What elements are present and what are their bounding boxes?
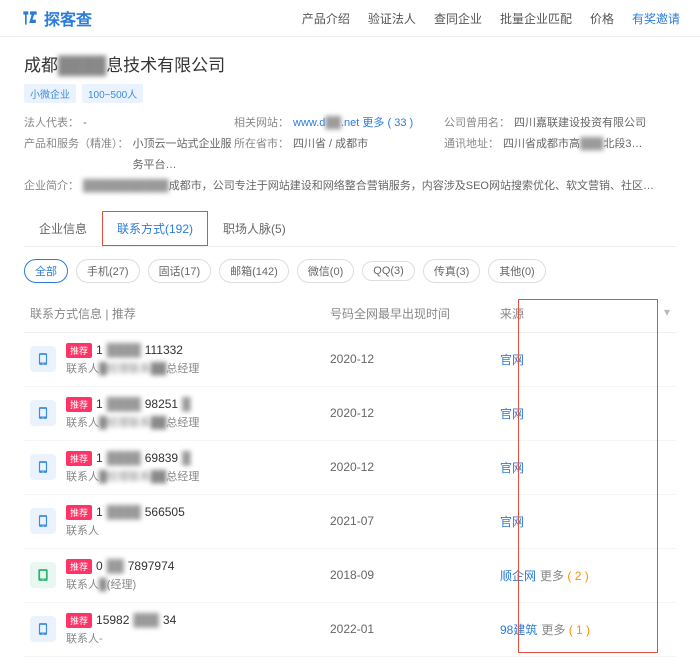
nav-item[interactable]: 批量企业匹配 — [500, 10, 572, 27]
company-tags: 小微企业 100~500人 — [24, 84, 676, 103]
logo-text: 探客查 — [44, 6, 92, 30]
contacts-table: 联系方式信息 | 推荐 号码全网最早出现时间 来源 ▾ 推荐1████11133… — [24, 295, 676, 657]
info-label: 所在省市： — [234, 134, 289, 176]
tab-people[interactable]: 职场人脉(5) — [208, 211, 301, 246]
contact-info: 推荐1████111332联系人█经理联系██总经理 — [66, 343, 330, 376]
info-label: 公司曾用名： — [444, 113, 510, 134]
source-cell: 官网 — [500, 351, 670, 368]
source-cell: 98建筑更多 ( 1 ) — [500, 621, 670, 638]
top-header: 探客查 产品介绍 验证法人 查同企业 批量企业匹配 价格 有奖邀请 — [0, 0, 700, 37]
more-link[interactable]: 更多 ( 33 ) — [362, 113, 413, 134]
tab-contacts[interactable]: 联系方式(192) — [102, 211, 208, 246]
first-seen-time: 2018-09 — [330, 568, 500, 582]
recommend-badge: 推荐 — [66, 613, 92, 628]
first-seen-time: 2022-01 — [330, 622, 500, 636]
phone-icon — [30, 616, 56, 642]
source-cell: 官网 — [500, 513, 670, 530]
recommend-badge: 推荐 — [66, 559, 92, 574]
th-info: 联系方式信息 — [30, 307, 102, 321]
table-head: 联系方式信息 | 推荐 号码全网最早出现时间 来源 ▾ — [24, 295, 676, 333]
source-link[interactable]: 官网 — [500, 515, 524, 529]
company-info: 法人代表：- 相关网站：www.d██.net 更多 ( 33 ) 公司曾用名：… — [24, 113, 676, 197]
recommend-badge: 推荐 — [66, 397, 92, 412]
info-value: ███████████成都市，公司专注于网站建设和网络整合营销服务，内容涉及SE… — [83, 176, 654, 197]
contact-info: 推荐1████98251█联系人█经理联系██总经理 — [66, 397, 330, 430]
info-value: 四川省 / 成都市 — [293, 134, 368, 176]
tab-company-info[interactable]: 企业信息 — [24, 211, 102, 246]
mobile-icon — [30, 562, 56, 588]
source-link[interactable]: 顺企网 — [500, 569, 536, 583]
nav-item[interactable]: 价格 — [590, 10, 614, 27]
nav-item-invite[interactable]: 有奖邀请 — [632, 10, 680, 27]
table-row: 推荐15982███34联系人-2022-0198建筑更多 ( 1 ) — [24, 603, 676, 657]
title-prefix: 成都 — [24, 56, 58, 75]
pill[interactable]: 传真(3) — [423, 259, 480, 283]
pill[interactable]: QQ(3) — [362, 261, 415, 281]
filter-icon[interactable]: ▾ — [664, 305, 670, 322]
source-link[interactable]: 98建筑 — [500, 623, 537, 637]
logo-icon — [20, 8, 40, 28]
source-cell: 官网 — [500, 459, 670, 476]
info-label: 通讯地址： — [444, 134, 499, 176]
info-label: 产品和服务（精准）： — [24, 134, 129, 176]
th-rec: 推荐 — [112, 307, 136, 321]
table-row: 推荐1████98251█联系人█经理联系██总经理2020-12官网 — [24, 387, 676, 441]
website-link[interactable]: www.d██.net — [293, 113, 359, 134]
nav-item[interactable]: 验证法人 — [368, 10, 416, 27]
tabs: 企业信息 联系方式(192) 职场人脉(5) — [24, 211, 676, 247]
table-row: 推荐1████111332联系人█经理联系██总经理2020-12官网 — [24, 333, 676, 387]
info-label: 企业简介： — [24, 176, 79, 197]
first-seen-time: 2021-07 — [330, 514, 500, 528]
first-seen-time: 2020-12 — [330, 406, 500, 420]
info-value: 小顶云一站式企业服务平台… — [133, 134, 235, 176]
contact-info: 推荐15982███34联系人- — [66, 613, 330, 646]
th-src: 来源 — [500, 305, 664, 322]
pill-all[interactable]: 全部 — [24, 259, 68, 283]
pill[interactable]: 微信(0) — [297, 259, 354, 283]
info-value: 四川嘉联建设投资有限公司 — [514, 113, 646, 134]
info-value: - — [83, 113, 87, 134]
first-seen-time: 2020-12 — [330, 460, 500, 474]
recommend-badge: 推荐 — [66, 451, 92, 466]
source-link[interactable]: 官网 — [500, 353, 524, 367]
phone-icon — [30, 508, 56, 534]
first-seen-time: 2020-12 — [330, 352, 500, 366]
table-row: 推荐1████69839█联系人█经理联系██总经理2020-12官网 — [24, 441, 676, 495]
nav-item[interactable]: 产品介绍 — [302, 10, 350, 27]
filter-pills: 全部 手机(27) 固话(17) 邮箱(142) 微信(0) QQ(3) 传真(… — [24, 259, 676, 283]
table-row: 推荐1████566505联系人2021-07官网 — [24, 495, 676, 549]
info-value: 四川省成都市高███北段3… — [503, 134, 643, 176]
pill[interactable]: 其他(0) — [488, 259, 545, 283]
source-cell: 顺企网更多 ( 2 ) — [500, 567, 670, 584]
contact-info: 推荐1████69839█联系人█经理联系██总经理 — [66, 451, 330, 484]
nav-item[interactable]: 查同企业 — [434, 10, 482, 27]
source-cell: 官网 — [500, 405, 670, 422]
title-masked: ████ — [58, 56, 106, 75]
recommend-badge: 推荐 — [66, 505, 92, 520]
main: 成都████息技术有限公司 小微企业 100~500人 法人代表：- 相关网站：… — [0, 37, 700, 671]
phone-icon — [30, 454, 56, 480]
pill[interactable]: 手机(27) — [76, 259, 140, 283]
table-row: 推荐0██7897974联系人█(经理)2018-09顺企网更多 ( 2 ) — [24, 549, 676, 603]
info-label: 法人代表： — [24, 113, 79, 134]
source-link[interactable]: 官网 — [500, 407, 524, 421]
pill[interactable]: 固话(17) — [148, 259, 212, 283]
info-label: 相关网站： — [234, 113, 289, 134]
title-suffix: 息技术有限公司 — [106, 56, 225, 75]
th-time: 号码全网最早出现时间 — [330, 305, 500, 322]
top-nav: 产品介绍 验证法人 查同企业 批量企业匹配 价格 有奖邀请 — [302, 10, 680, 27]
logo[interactable]: 探客查 — [20, 6, 92, 30]
phone-icon — [30, 400, 56, 426]
source-link[interactable]: 官网 — [500, 461, 524, 475]
contact-info: 推荐0██7897974联系人█(经理) — [66, 559, 330, 592]
company-title: 成都████息技术有限公司 — [24, 51, 676, 76]
pill[interactable]: 邮箱(142) — [219, 259, 289, 283]
tag: 小微企业 — [24, 84, 76, 103]
recommend-badge: 推荐 — [66, 343, 92, 358]
phone-icon — [30, 346, 56, 372]
tag: 100~500人 — [82, 84, 143, 103]
